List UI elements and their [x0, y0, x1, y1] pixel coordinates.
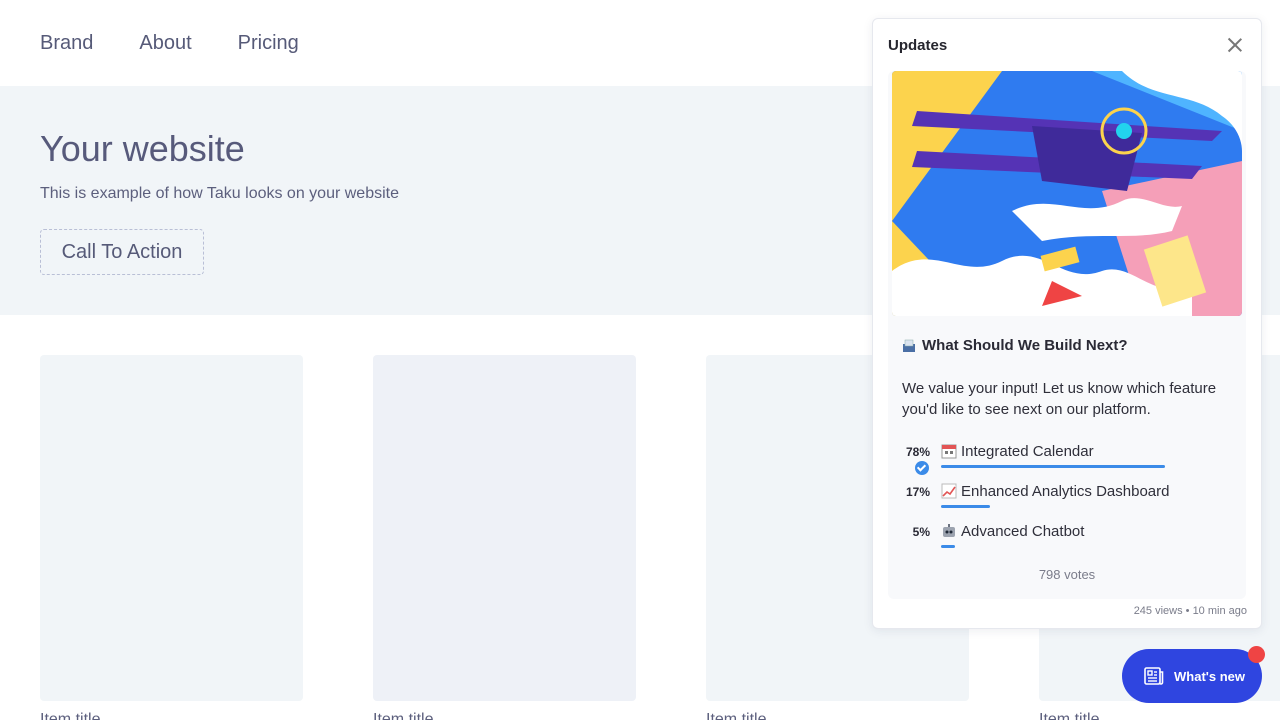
poll-option[interactable]: 5% Advanced Chatbot: [902, 523, 1232, 555]
check-icon: [915, 461, 929, 475]
chart-increasing-icon: [941, 483, 957, 499]
poll-option-percent: 17%: [905, 485, 930, 499]
ballot-box-icon: [903, 339, 915, 352]
post-title-text: What Should We Build Next?: [922, 337, 1128, 354]
post-meta: 245 views • 10 min ago: [1133, 605, 1247, 617]
poll-option-label: Advanced Chatbot: [961, 523, 1085, 540]
calendar-icon: [941, 444, 957, 459]
item-card-title: Item title: [373, 711, 434, 720]
item-card-title: Item title: [1039, 711, 1100, 720]
poll-option-bar: [941, 545, 955, 548]
hero-subtitle: This is example of how Taku looks on you…: [40, 185, 399, 202]
poll-option-bar: [941, 505, 990, 508]
item-card-title: Item title: [706, 711, 767, 720]
robot-icon: [943, 524, 955, 537]
post-body: We value your input! Let us know which f…: [902, 380, 1217, 418]
nav-brand-link[interactable]: Brand: [40, 32, 93, 55]
poll-option-percent: 78%: [905, 445, 930, 459]
hero-title: Your website: [40, 128, 245, 169]
updates-panel-title: Updates: [888, 37, 948, 54]
nav-pricing-link[interactable]: Pricing: [238, 32, 299, 55]
whats-new-label: What's new: [1174, 668, 1245, 684]
poll-option[interactable]: 17% Enhanced Analytics Dashboard: [902, 483, 1232, 515]
biplane-illustration: [892, 71, 1242, 316]
poll-option-label: Integrated Calendar: [961, 443, 1094, 460]
newspaper-icon: [1144, 667, 1164, 685]
poll-option[interactable]: 78% Integrated Calendar: [902, 443, 1232, 475]
post-title: What Should We Build Next?: [902, 337, 1128, 354]
vote-count: 798 votes: [1038, 567, 1096, 582]
update-post: What Should We Build Next? We value your…: [888, 71, 1246, 599]
item-card[interactable]: [40, 355, 303, 701]
notification-badge: [1248, 646, 1265, 663]
poll-option-bar: [941, 465, 1165, 468]
whats-new-button[interactable]: What's new: [1122, 649, 1262, 703]
poll-option-label: Enhanced Analytics Dashboard: [961, 483, 1170, 500]
updates-panel: Updates What Should We Build Next? We va…: [872, 18, 1262, 629]
call-to-action-button[interactable]: Call To Action: [40, 229, 204, 275]
item-card-title: Item title: [40, 711, 101, 720]
poll-option-percent: 5%: [912, 525, 930, 539]
close-icon[interactable]: [1225, 35, 1245, 55]
item-card[interactable]: [373, 355, 636, 701]
nav-about-link[interactable]: About: [139, 32, 191, 55]
